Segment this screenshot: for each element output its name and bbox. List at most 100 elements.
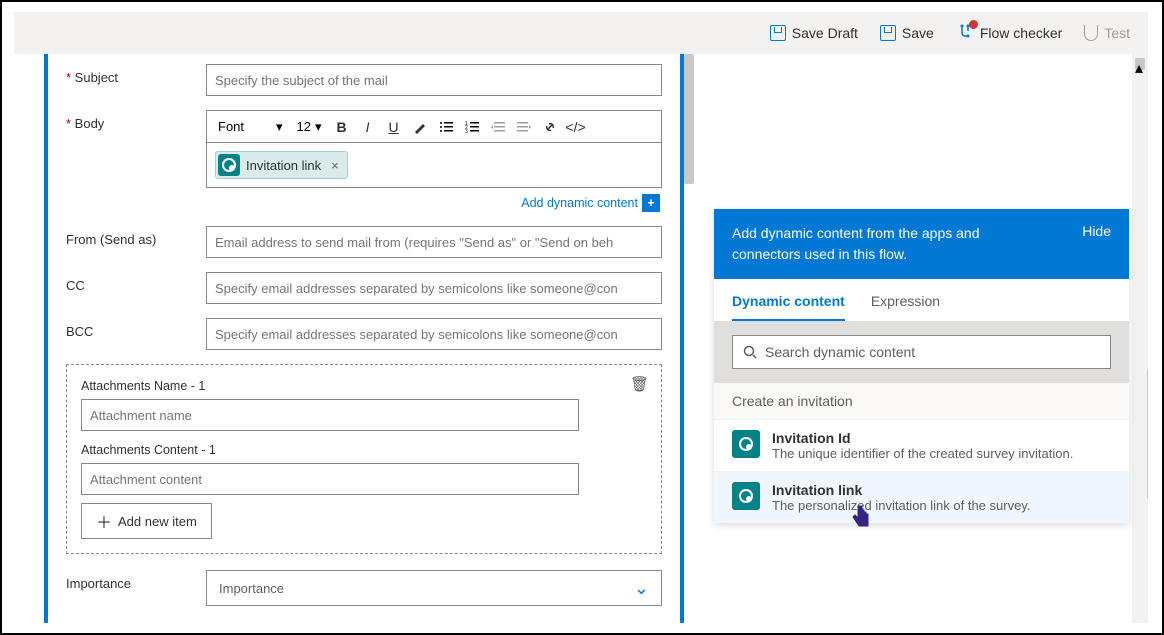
search-icon — [743, 345, 757, 359]
add-dynamic-content-row: Add dynamic content + — [66, 190, 662, 212]
add-new-item-button[interactable]: ＋ Add new item — [81, 503, 212, 539]
save-label: Save — [902, 25, 934, 41]
test-label: Test — [1104, 25, 1130, 41]
app-inner: Save Draft Save Flow checker Test ▴ — [14, 12, 1148, 623]
bcc-row: BCC — [66, 318, 662, 350]
test-button[interactable]: Test — [1084, 25, 1130, 41]
customer-voice-icon — [732, 482, 760, 510]
customer-voice-icon — [732, 430, 760, 458]
font-picker[interactable]: Font ▾ — [213, 116, 288, 138]
importance-row: Importance Importance ⌄ — [66, 570, 662, 606]
tab-dynamic-content[interactable]: Dynamic content — [732, 293, 845, 321]
font-size-label: 12 — [297, 119, 311, 134]
bcc-label: BCC — [66, 318, 206, 339]
save-button[interactable]: Save — [880, 25, 934, 41]
save-draft-icon — [770, 25, 786, 41]
dynamic-panel-header-text: Add dynamic content from the apps and co… — [732, 223, 1042, 265]
body-row: Body Font ▾ 12 ▾ B I — [66, 110, 662, 188]
italic-button[interactable]: I — [357, 116, 379, 138]
delete-attachment-icon[interactable]: 🗑 — [630, 375, 649, 393]
add-new-item-label: Add new item — [118, 514, 197, 529]
hide-advanced-link[interactable]: Hide advanced options ⌃ — [66, 620, 662, 623]
top-toolbar: Save Draft Save Flow checker Test — [14, 12, 1148, 54]
token-remove-icon[interactable]: × — [331, 158, 339, 173]
add-dynamic-content-button[interactable]: + — [642, 194, 660, 212]
tab-expression[interactable]: Expression — [871, 293, 940, 321]
dynamic-item-text: Invitation Id The unique identifier of t… — [772, 430, 1073, 461]
add-dynamic-content-link[interactable]: Add dynamic content — [521, 196, 638, 210]
save-icon — [880, 25, 896, 41]
underline-button[interactable]: U — [383, 116, 405, 138]
dynamic-item-invitation-link[interactable]: Invitation link The personalized invitat… — [714, 471, 1129, 523]
code-view-button[interactable]: </> — [565, 116, 587, 138]
attachment-name-label: Attachments Name - 1 — [81, 379, 647, 393]
test-icon — [1084, 25, 1098, 41]
dynamic-item-desc: The unique identifier of the created sur… — [772, 446, 1073, 461]
dynamic-panel-tabs: Dynamic content Expression — [714, 279, 1129, 321]
font-size-picker[interactable]: 12 ▾ — [292, 116, 327, 138]
customer-voice-icon — [218, 154, 240, 176]
cc-row: CC — [66, 272, 662, 304]
from-label: From (Send as) — [66, 226, 206, 247]
save-draft-label: Save Draft — [792, 25, 858, 41]
dynamic-search-bar: Search dynamic content — [714, 321, 1129, 383]
dynamic-search-input[interactable]: Search dynamic content — [732, 335, 1111, 369]
link-button[interactable] — [539, 116, 561, 138]
importance-select[interactable]: Importance ⌄ — [206, 570, 662, 606]
indent-button[interactable] — [513, 116, 535, 138]
flow-checker-button[interactable]: Flow checker — [956, 24, 1062, 42]
cc-label: CC — [66, 272, 206, 293]
importance-value: Importance — [219, 581, 284, 596]
importance-label: Importance — [66, 570, 206, 591]
chevron-down-icon: ⌄ — [634, 578, 649, 599]
attachments-box: 🗑 Attachments Name - 1 Attachments Conte… — [66, 364, 662, 554]
dynamic-panel-scrollbar[interactable] — [1147, 369, 1148, 499]
from-input[interactable] — [206, 226, 662, 258]
chevron-down-icon: ▾ — [315, 119, 322, 135]
save-draft-button[interactable]: Save Draft — [770, 25, 858, 41]
dynamic-panel-header: Add dynamic content from the apps and co… — [714, 209, 1129, 279]
hide-panel-link[interactable]: Hide — [1082, 223, 1111, 239]
plus-icon: ＋ — [96, 509, 112, 533]
bulleted-list-button[interactable] — [435, 116, 457, 138]
subject-input[interactable] — [206, 64, 662, 96]
bold-button[interactable]: B — [331, 116, 353, 138]
attachment-name-input[interactable] — [81, 399, 579, 431]
outdent-button[interactable] — [487, 116, 509, 138]
dynamic-item-invitation-id[interactable]: Invitation Id The unique identifier of t… — [714, 419, 1129, 471]
app-frame: Save Draft Save Flow checker Test ▴ — [0, 0, 1164, 635]
mouse-cursor-icon — [850, 504, 872, 530]
from-row: From (Send as) — [66, 226, 662, 258]
cc-input[interactable] — [206, 272, 662, 304]
dynamic-item-title: Invitation Id — [772, 430, 1073, 446]
body-content[interactable]: Invitation link × — [207, 143, 661, 187]
dynamic-content-panel: Add dynamic content from the apps and co… — [714, 209, 1129, 523]
page-scrollbar[interactable]: ▴ — [1132, 54, 1148, 623]
dynamic-item-desc: The personalized invitation link of the … — [772, 498, 1030, 513]
numbered-list-button[interactable]: 123 — [461, 116, 483, 138]
main-scroll-area: ▴ Subject Body Font ▾ — [14, 54, 1148, 623]
subject-label: Subject — [66, 64, 206, 85]
flow-checker-label: Flow checker — [980, 25, 1062, 41]
subject-row: Subject — [66, 64, 662, 96]
attachment-content-input[interactable] — [81, 463, 579, 495]
dynamic-item-title: Invitation link — [772, 482, 1030, 498]
dynamic-token-invitation-link[interactable]: Invitation link × — [215, 151, 348, 179]
body-editor: Font ▾ 12 ▾ B I U — [206, 110, 662, 188]
flow-checker-icon — [956, 24, 974, 42]
font-picker-label: Font — [218, 119, 244, 134]
scrollbar-arrow-up[interactable]: ▴ — [1135, 58, 1145, 70]
token-label: Invitation link — [246, 158, 321, 173]
color-picker-button[interactable] — [409, 116, 431, 138]
flow-checker-alert-dot — [969, 20, 978, 29]
flow-action-card: Subject Body Font ▾ 12 — [44, 54, 684, 623]
chevron-down-icon: ▾ — [248, 119, 283, 135]
dynamic-item-text: Invitation link The personalized invitat… — [772, 482, 1030, 513]
search-placeholder: Search dynamic content — [765, 344, 915, 360]
body-label: Body — [66, 110, 206, 131]
bcc-input[interactable] — [206, 318, 662, 350]
attachment-content-label: Attachments Content - 1 — [81, 443, 647, 457]
svg-text:3: 3 — [465, 129, 468, 134]
dynamic-section-header: Create an invitation — [714, 383, 1129, 419]
rte-toolbar: Font ▾ 12 ▾ B I U — [207, 111, 661, 143]
